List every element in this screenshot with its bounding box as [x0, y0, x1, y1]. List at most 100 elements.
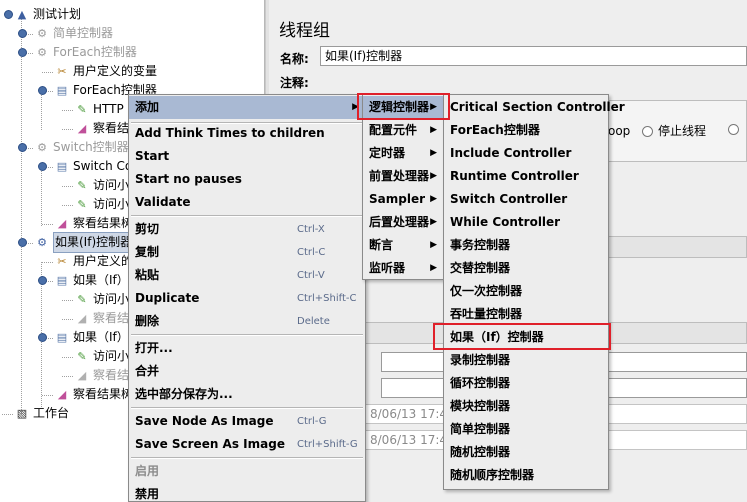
tree-node[interactable]: ✎ 访问小 [74, 290, 129, 309]
menu-item-logic-controller-option[interactable]: 仅一次控制器 [444, 280, 608, 303]
tree-node-label: 察看结 [93, 121, 130, 135]
menu-item-add[interactable]: 添加 ▶ [129, 96, 365, 119]
tree-node-label: 察看结 [93, 311, 130, 325]
menu-item-cut[interactable]: 剪切 Ctrl-X [129, 218, 365, 241]
menu-item-paste[interactable]: 粘贴 Ctrl-V [129, 264, 365, 287]
gear-icon: ⚙ [37, 26, 47, 40]
menu-item-duplicate[interactable]: Duplicate Ctrl+Shift-C [129, 287, 365, 310]
tree-node-label: 如果（If） [73, 273, 129, 287]
menu-item-logic-controller-option[interactable]: Switch Controller [444, 188, 608, 211]
menu-item-disable[interactable]: 禁用 [129, 483, 365, 502]
menu-item-start-no-pauses-label: Start no pauses [135, 172, 242, 186]
tree-node[interactable]: ✎ 访问小 [74, 176, 129, 195]
tree-node[interactable]: ⚙ ForEach控制器 [34, 43, 137, 62]
tree-node[interactable]: ◢ 察看结果树 [54, 385, 133, 404]
menu-item-logic-controller-option[interactable]: ForEach控制器 [444, 119, 608, 142]
menu-item-listener[interactable]: 监听器 ▶ [363, 257, 443, 280]
tree-node-label: HTTP [93, 102, 124, 116]
tree-node[interactable]: ✂ 用户定义的变量 [54, 62, 157, 81]
menu-item-validate[interactable]: Validate [129, 191, 365, 214]
tree-node-label: 察看结果树 [73, 216, 134, 230]
radio-next[interactable] [728, 122, 744, 136]
tree-expand-toggle-icon[interactable] [18, 143, 27, 152]
tree-node-label: 访问小 [93, 197, 130, 211]
menu-item-logic-controller-option[interactable]: 随机控制器 [444, 441, 608, 464]
tree-expand-toggle-icon[interactable] [18, 238, 27, 247]
menu-item-start-no-pauses[interactable]: Start no pauses [129, 168, 365, 191]
sampler-icon: ✎ [77, 178, 87, 192]
menu-item-save-node-image[interactable]: Save Node As Image Ctrl-G [129, 410, 365, 433]
menu-item-logic-controller-option[interactable]: While Controller [444, 211, 608, 234]
tree-node[interactable]: ◢ 察看结 [74, 309, 129, 328]
tree-node[interactable]: ▤ 如果（If） [54, 328, 129, 347]
tree-node[interactable]: ⚙ 简单控制器 [34, 24, 113, 43]
tree-branch-line [42, 395, 53, 396]
gear-icon: ⚙ [37, 45, 47, 59]
tree-expand-toggle-icon[interactable] [38, 162, 47, 171]
menu-item-merge[interactable]: 合并 [129, 360, 365, 383]
menu-item-sampler[interactable]: Sampler ▶ [363, 188, 443, 211]
sampler-icon: ✎ [77, 197, 87, 211]
menu-item-logic-controller-option[interactable]: Critical Section Controller [444, 96, 625, 119]
tree-node[interactable]: ◢ 察看结 [74, 366, 129, 385]
menu-item-logic-controller-option-label: Runtime Controller [450, 169, 579, 183]
tree-expand-toggle-icon[interactable] [38, 86, 47, 95]
tree-expand-toggle-icon[interactable] [18, 29, 27, 38]
menu-item-logic-controller-option[interactable]: 简单控制器 [444, 418, 608, 441]
tree-node[interactable]: ▤ Switch Co [54, 157, 132, 176]
comment-field[interactable] [320, 70, 747, 90]
tree-node[interactable]: ✎ 访问小 [74, 347, 129, 366]
menu-item-logic-controller-option-label: 事务控制器 [450, 238, 511, 252]
menu-item-pre-processor[interactable]: 前置处理器 ▶ [363, 165, 443, 188]
menu-item-logic-controller-option-label: 循环控制器 [450, 376, 511, 390]
tree-expand-toggle-icon[interactable] [18, 48, 27, 57]
menu-item-cut-label: 剪切 [135, 222, 160, 236]
menu-item-logic-controller-option[interactable]: 交替控制器 [444, 257, 608, 280]
menu-item-open[interactable]: 打开... [129, 337, 365, 360]
tree-expand-toggle-icon[interactable] [38, 276, 47, 285]
tree-expand-toggle-icon[interactable] [4, 10, 13, 19]
menu-item-add-think-times[interactable]: Add Think Times to children [129, 122, 365, 145]
tree-node[interactable]: ⚙ 如果(If)控制器 [34, 232, 135, 253]
tree-node[interactable]: ✂ 用户定义的 [54, 252, 133, 271]
menu-item-logic-controller-option-label: 仅一次控制器 [450, 284, 523, 298]
tree-node[interactable]: ▧ 工作台 [14, 404, 69, 423]
menu-item-timer[interactable]: 定时器 ▶ [363, 142, 443, 165]
name-field[interactable]: 如果(If)控制器 [320, 46, 747, 66]
menu-item-logic-controller-option[interactable]: 循环控制器 [444, 372, 608, 395]
menu-item-logic-controller-option[interactable]: 随机顺序控制器 [444, 464, 608, 487]
menu-item-start[interactable]: Start [129, 145, 365, 168]
menu-item-config-element[interactable]: 配置元件 ▶ [363, 119, 443, 142]
tree-node[interactable]: ▤ 如果（If） [54, 271, 129, 290]
menu-separator [131, 407, 363, 409]
menu-item-post-processor[interactable]: 后置处理器 ▶ [363, 211, 443, 234]
listener-icon: ◢ [77, 368, 87, 382]
menu-item-logic-controller-option[interactable]: Runtime Controller [444, 165, 608, 188]
menu-item-delete[interactable]: 删除 Delete [129, 310, 365, 333]
menu-item-logic-controller-option[interactable]: 模块控制器 [444, 395, 608, 418]
tree-node[interactable]: ◢ 察看结果树 [54, 214, 133, 233]
tree-expand-toggle-icon[interactable] [38, 333, 47, 342]
menu-item-logic-controller-option-label: 随机控制器 [450, 445, 511, 459]
tree-node-label: 如果(If)控制器 [53, 232, 135, 253]
radio-stop-thread[interactable]: 停止线程 [642, 122, 706, 139]
save-screen-image-shortcut: Ctrl+Shift-G [297, 439, 358, 450]
menu-item-save-screen-image[interactable]: Save Screen As Image Ctrl+Shift-G [129, 433, 365, 456]
menu-item-enable[interactable]: 启用 [129, 460, 365, 483]
menu-item-logic-controller-option[interactable]: Include Controller [444, 142, 608, 165]
tree-node[interactable]: ▲ 测试计划 [14, 5, 81, 24]
menu-item-logic-controller-option[interactable]: 事务控制器 [444, 234, 608, 257]
submenu-arrow-icon: ▶ [430, 217, 437, 227]
menu-item-copy[interactable]: 复制 Ctrl-C [129, 241, 365, 264]
name-label: 名称: [280, 52, 309, 66]
menu-item-assertion[interactable]: 断言 ▶ [363, 234, 443, 257]
tree-node[interactable]: ⚙ Switch控制器 [34, 138, 129, 157]
radio-next-button[interactable] [728, 124, 739, 135]
tree-branch-line [62, 129, 73, 130]
radio-stop-thread-button[interactable] [642, 126, 653, 137]
tree-node[interactable]: ◢ 察看结 [74, 119, 129, 138]
menu-item-logic-controller-option[interactable]: 录制控制器 [444, 349, 608, 372]
menu-item-save-selection[interactable]: 选中部分保存为... [129, 383, 365, 406]
tree-node[interactable]: ✎ HTTP [74, 100, 124, 119]
tree-node[interactable]: ✎ 访问小 [74, 195, 129, 214]
